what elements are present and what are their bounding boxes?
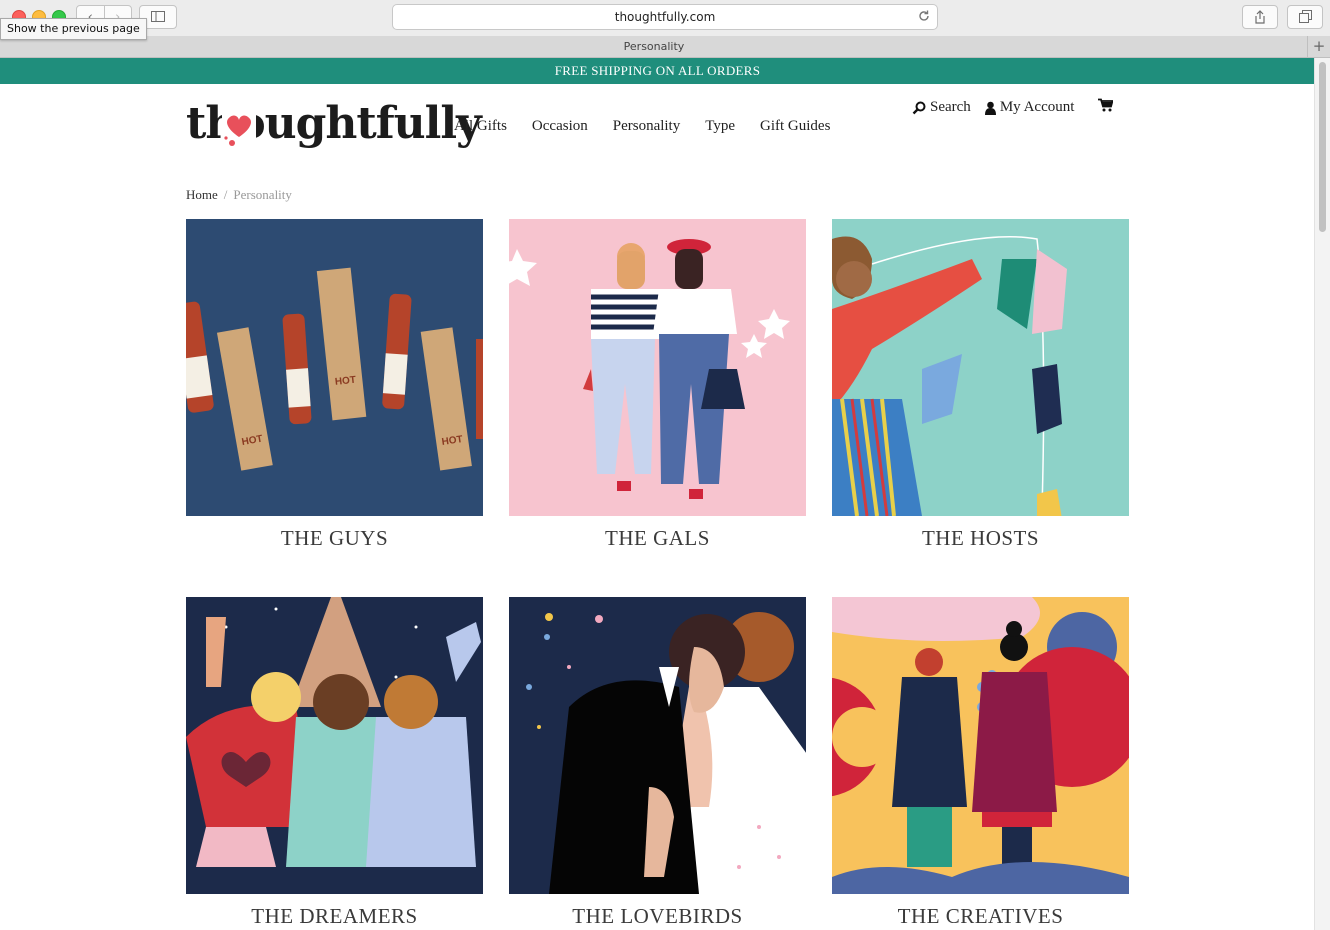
site-logo[interactable]: thoughtfully [186,98,482,160]
share-icon [1255,10,1265,24]
search-label: Search [930,99,971,115]
cart-icon [1098,98,1115,112]
breadcrumb-current: Personality [233,187,292,202]
new-tab-button[interactable]: + [1307,36,1330,57]
nav-type[interactable]: Type [705,118,735,135]
category-tile-hosts[interactable]: THE HOSTS [832,219,1129,551]
nav-occasion[interactable]: Occasion [532,118,588,135]
show-tabs-button[interactable] [1287,5,1323,29]
category-tile-creatives[interactable]: THE CREATIVES [832,597,1129,929]
category-label: THE GALS [605,526,710,550]
account-label: My Account [999,99,1075,115]
account-link[interactable]: My Account [984,99,1075,116]
scroll-thumb[interactable] [1319,62,1326,232]
hot-sauce-image: HOT HOT HOT [186,219,483,516]
breadcrumb-home[interactable]: Home [186,187,218,202]
header-utilities: Search My Account [912,98,1115,117]
dreamers-illustration [186,597,483,894]
heart-logo-icon [222,109,256,146]
sidebar-icon [151,11,165,22]
tab-bar: Personality + [0,36,1330,58]
shipping-banner: FREE SHIPPING ON ALL ORDERS [0,58,1315,84]
page-scrollbar[interactable] [1314,58,1330,930]
url-text: thoughtfully.com [614,10,716,24]
nav-all-gifts[interactable]: All Gifts [454,118,507,135]
category-label: THE GUYS [280,526,389,550]
browser-toolbar: ‹ › thoughtfully.com [0,0,1330,37]
reload-icon[interactable] [917,9,931,23]
search-link[interactable]: Search [912,99,971,116]
breadcrumb: Home / Personality [186,187,292,203]
hosts-illustration [832,219,1129,516]
share-button[interactable] [1242,5,1278,29]
main-nav: All Gifts Occasion Personality Type Gift… [454,118,855,135]
nav-personality[interactable]: Personality [613,118,681,135]
svg-text:HOT: HOT [334,375,356,388]
tab-personality[interactable]: Personality [0,36,1308,57]
tabs-overview-icon [1299,10,1312,23]
category-label: THE CREATIVES [897,904,1064,928]
lovebirds-illustration [509,597,806,894]
category-label: THE HOSTS [921,526,1040,550]
cart-link[interactable] [1098,98,1115,117]
tooltip: Show the previous page [0,18,147,40]
search-icon [912,101,926,114]
breadcrumb-separator: / [223,187,228,202]
category-label: THE LOVEBIRDS [572,904,743,928]
gals-illustration [509,219,806,516]
category-tile-gals[interactable]: THE GALS [509,219,806,551]
nav-gift-guides[interactable]: Gift Guides [760,118,830,135]
category-tile-guys[interactable]: HOT HOT HOT THE GUYS [186,219,483,551]
category-label: THE DREAMERS [251,904,418,928]
category-tile-dreamers[interactable]: THE DREAMERS [186,597,483,929]
creatives-illustration [832,597,1129,894]
user-icon [984,101,996,115]
category-tile-lovebirds[interactable]: THE LOVEBIRDS [509,597,806,929]
address-bar[interactable]: thoughtfully.com [392,4,938,30]
